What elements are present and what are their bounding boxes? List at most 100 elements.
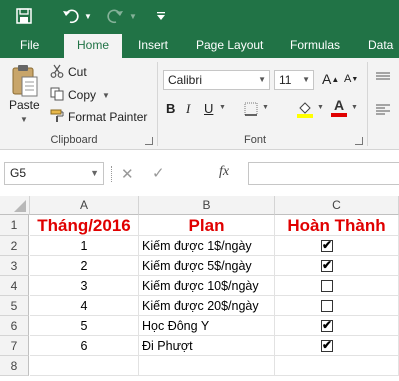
italic-button[interactable]: I — [186, 101, 190, 117]
font-group-label: Font — [243, 134, 266, 146]
underline-dropdown-icon[interactable]: ▼ — [219, 104, 226, 111]
header-cell-done[interactable]: Hoàn Thành — [275, 215, 399, 236]
row-header-1[interactable]: 1 — [0, 215, 29, 236]
enter-check-icon[interactable]: ✓ — [152, 164, 165, 182]
tab-data[interactable]: Data — [362, 32, 399, 58]
cell-plan[interactable]: Kiếm được 1$/ngày — [139, 236, 275, 256]
row-header-3[interactable]: 3 — [0, 256, 29, 276]
column-header-c[interactable]: C — [275, 196, 399, 215]
clipboard-launcher-icon[interactable] — [145, 137, 153, 145]
row-header-4[interactable]: 4 — [0, 276, 29, 296]
name-box[interactable]: G5 ▼ — [4, 162, 104, 185]
group-separator — [367, 62, 368, 146]
fill-color-icon[interactable] — [296, 100, 314, 118]
row-header-2[interactable]: 2 — [0, 236, 29, 256]
tab-formulas[interactable]: Formulas — [284, 32, 346, 58]
empty-cell[interactable] — [139, 356, 275, 376]
formula-bar-grip[interactable] — [111, 166, 113, 182]
completion-checkbox[interactable]: ✔ — [321, 258, 333, 272]
tab-file[interactable]: File — [14, 32, 45, 58]
font-family-value: Calibri — [168, 73, 203, 87]
cell-done[interactable]: ✔ — [275, 336, 399, 356]
cell-done[interactable]: ✔ — [275, 236, 399, 256]
underline-button[interactable]: U — [204, 101, 213, 116]
cell-plan[interactable]: Kiếm được 10$/ngày — [139, 276, 275, 296]
format-painter-button[interactable]: Format Painter — [50, 109, 147, 125]
font-color-dropdown-icon[interactable]: ▼ — [351, 104, 358, 111]
copy-button[interactable]: Copy ▼ — [50, 87, 110, 103]
header-cell-plan[interactable]: Plan — [139, 215, 275, 236]
row-header-7[interactable]: 7 — [0, 336, 29, 356]
cell-month[interactable]: 5 — [30, 316, 139, 336]
cell-plan[interactable]: Kiếm được 5$/ngày — [139, 256, 275, 276]
cell-done[interactable]: ✔ — [275, 316, 399, 336]
align-left-icon[interactable] — [376, 104, 390, 116]
row-header-8[interactable]: 8 — [0, 356, 29, 376]
cell-done[interactable] — [275, 296, 399, 316]
cell-month[interactable]: 4 — [30, 296, 139, 316]
cancel-icon[interactable]: ✕ — [121, 165, 134, 183]
tab-insert[interactable]: Insert — [132, 32, 174, 58]
header-cell-month[interactable]: Tháng/2016 — [30, 215, 139, 236]
font-color-icon[interactable]: A — [331, 98, 347, 118]
ribbon-tab-bar: File Home Insert Page Layout Formulas Da… — [0, 32, 399, 58]
borders-dropdown-icon[interactable]: ▼ — [262, 104, 269, 111]
increase-font-size-button[interactable]: A ▲ — [322, 71, 339, 87]
completion-checkbox[interactable]: ✔ — [321, 238, 333, 252]
redo-dropdown-icon[interactable]: ▼ — [128, 6, 138, 26]
cell-plan[interactable]: Học Đông Y — [139, 316, 275, 336]
undo-dropdown-icon[interactable]: ▼ — [83, 6, 93, 26]
cell-plan[interactable]: Kiếm được 20$/ngày — [139, 296, 275, 316]
redo-icon[interactable] — [104, 6, 126, 26]
chevron-down-icon: ▼ — [302, 75, 310, 84]
font-launcher-icon[interactable] — [355, 137, 363, 145]
format-painter-label: Format Painter — [68, 110, 148, 124]
formula-input[interactable] — [248, 162, 399, 185]
empty-cell[interactable] — [275, 356, 399, 376]
column-header-b[interactable]: B — [139, 196, 275, 215]
tab-page-layout[interactable]: Page Layout — [190, 32, 269, 58]
completion-checkbox[interactable] — [321, 280, 333, 292]
borders-icon[interactable] — [244, 102, 258, 116]
copy-dropdown-icon[interactable]: ▼ — [102, 91, 110, 100]
name-box-value: G5 — [10, 166, 27, 180]
fill-color-dropdown-icon[interactable]: ▼ — [317, 104, 324, 111]
checkmark-icon: ✔ — [322, 238, 333, 252]
decrease-font-size-button[interactable]: A ▼ — [344, 73, 358, 85]
row-header-6[interactable]: 6 — [0, 316, 29, 336]
row-header-5[interactable]: 5 — [0, 296, 29, 316]
cell-month[interactable]: 2 — [30, 256, 139, 276]
cell-plan[interactable]: Đi Phượt — [139, 336, 275, 356]
column-header-a[interactable]: A — [30, 196, 139, 215]
scissors-icon — [50, 64, 64, 81]
font-family-select[interactable]: Calibri ▼ — [163, 70, 270, 90]
select-all-button[interactable] — [0, 196, 30, 215]
save-icon[interactable] — [14, 6, 34, 26]
cell-month[interactable]: 6 — [30, 336, 139, 356]
clipboard-group-label: Clipboard — [50, 134, 98, 146]
completion-checkbox[interactable]: ✔ — [321, 318, 333, 332]
undo-icon[interactable] — [60, 6, 82, 26]
cell-month[interactable]: 3 — [30, 276, 139, 296]
checkmark-icon: ✔ — [322, 258, 333, 272]
cut-button[interactable]: Cut — [50, 64, 87, 80]
customize-quick-access-icon[interactable] — [154, 6, 168, 26]
bold-button[interactable]: B — [166, 101, 175, 116]
cell-done[interactable] — [275, 276, 399, 296]
formula-bar: G5 ▼ ✕ ✓ fx — [0, 150, 399, 196]
completion-checkbox[interactable]: ✔ — [321, 338, 333, 352]
ribbon: Paste ▼ Cut Copy ▼ Format Painter Clipbo… — [0, 58, 399, 150]
checkmark-icon: ✔ — [322, 318, 333, 332]
font-size-select[interactable]: 11 ▼ — [274, 70, 314, 90]
paste-icon[interactable] — [8, 62, 42, 100]
empty-cell[interactable] — [30, 356, 139, 376]
paste-button[interactable]: Paste — [9, 98, 40, 112]
paste-dropdown-icon[interactable]: ▼ — [20, 115, 28, 124]
align-top-icon[interactable] — [376, 72, 390, 84]
cell-month[interactable]: 1 — [30, 236, 139, 256]
tab-home[interactable]: Home — [64, 34, 122, 58]
copy-icon — [50, 87, 64, 104]
completion-checkbox[interactable] — [321, 300, 333, 312]
cell-done[interactable]: ✔ — [275, 256, 399, 276]
insert-function-button[interactable]: fx — [219, 164, 229, 180]
